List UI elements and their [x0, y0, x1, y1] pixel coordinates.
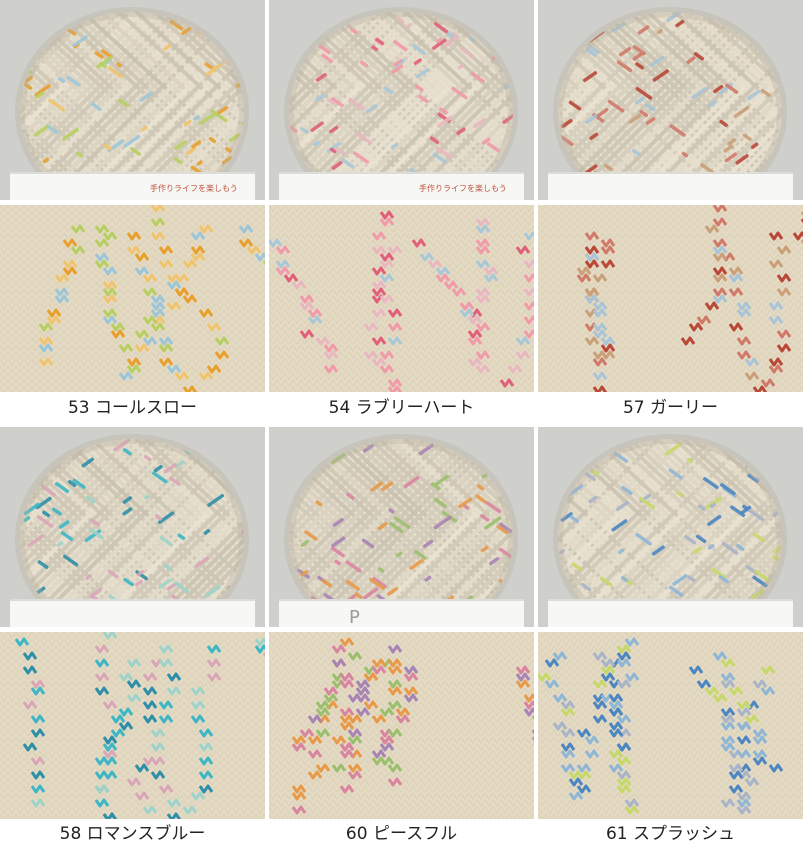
- yarn-ball-photo: [0, 427, 265, 627]
- knit-swatch-image: [538, 205, 803, 392]
- knit-swatch-photo: [269, 205, 534, 392]
- product-card-58[interactable]: 58 ロマンスブルー: [0, 427, 265, 844]
- yarn-ball-image: 手作りライフを楽しもう: [269, 0, 534, 200]
- product-card-61[interactable]: 61 スプラッシュ: [538, 427, 803, 844]
- knit-swatch-image: [0, 205, 265, 392]
- product-label: 54 ラブリーハート: [328, 398, 475, 418]
- yarn-ball-photo: P: [269, 427, 534, 627]
- product-label: 57 ガーリー: [622, 398, 719, 418]
- knit-swatch-image: [0, 632, 265, 819]
- yarn-ball-image: 手作りライフを楽しもう: [0, 0, 265, 200]
- product-label: 61 スプラッシュ: [605, 824, 736, 844]
- knit-swatch-photo: [0, 632, 265, 819]
- product-label: 53 コールスロー: [67, 398, 198, 418]
- band-label: 手作りライフを楽しもう: [419, 183, 507, 193]
- yarn-ball-image: [538, 427, 803, 627]
- product-label: 60 ピースフル: [345, 824, 458, 844]
- yarn-ball-image: [538, 0, 803, 200]
- knit-swatch-image: [538, 632, 803, 819]
- product-label: 58 ロマンスブルー: [59, 824, 206, 844]
- yarn-ball-photo: [538, 427, 803, 627]
- knit-swatch-photo: [538, 205, 803, 392]
- yarn-ball-image: [0, 427, 265, 627]
- knit-swatch-image: [269, 205, 534, 392]
- product-card-53[interactable]: 手作りライフを楽しもう 53 コールスロー: [0, 0, 265, 418]
- knit-swatch-photo: [538, 632, 803, 819]
- knit-swatch-photo: [269, 632, 534, 819]
- yarn-ball-image: P: [269, 427, 534, 627]
- yarn-color-grid: 手作りライフを楽しもう 53 コールスロー 手作りライフを楽しもう 54 ラブリ…: [0, 0, 803, 859]
- product-card-60[interactable]: P 60 ピースフル: [269, 427, 534, 844]
- band-label: 手作りライフを楽しもう: [150, 183, 238, 193]
- yarn-ball-photo: [538, 0, 803, 200]
- product-card-54[interactable]: 手作りライフを楽しもう 54 ラブリーハート: [269, 0, 534, 418]
- knit-swatch-image: [269, 632, 534, 819]
- yarn-ball-photo: 手作りライフを楽しもう: [0, 0, 265, 200]
- yarn-ball-photo: 手作りライフを楽しもう: [269, 0, 534, 200]
- product-card-57[interactable]: 57 ガーリー: [538, 0, 803, 418]
- knit-swatch-photo: [0, 205, 265, 392]
- band-label: P: [349, 607, 360, 627]
